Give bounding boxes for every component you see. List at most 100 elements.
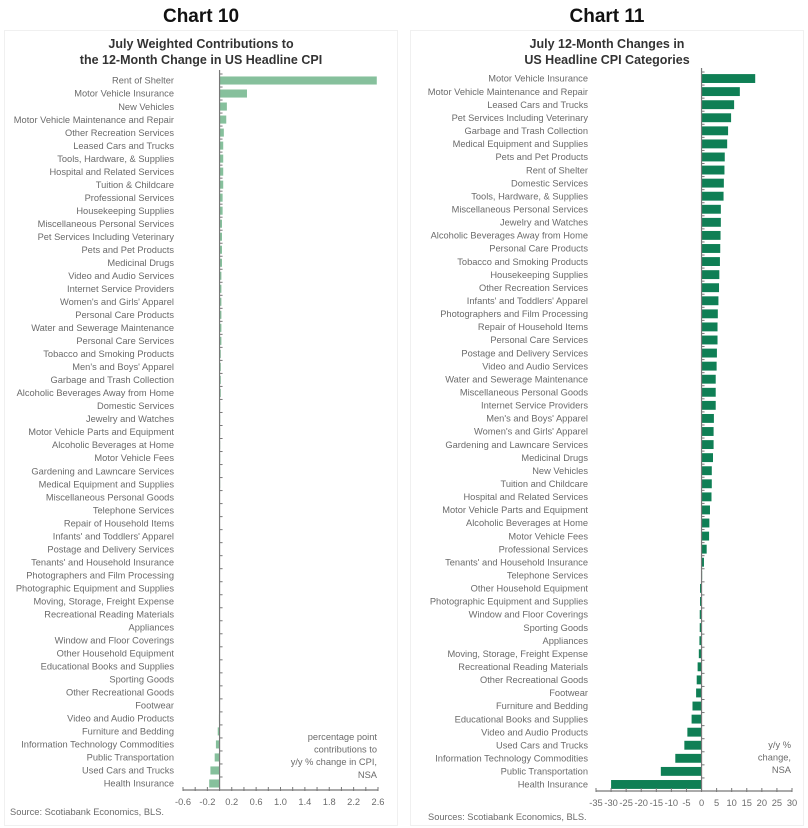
category-label: Jewelry and Watches: [500, 218, 588, 228]
bar: [219, 89, 247, 98]
category-label: Motor Vehicle Parts and Equipment: [28, 427, 174, 437]
bar: [214, 753, 220, 762]
source-note: Source: Scotiabank Economics, BLS.: [10, 807, 164, 817]
bar: [701, 165, 725, 175]
x-tick-label: 25: [772, 798, 782, 808]
bar: [219, 76, 377, 85]
units-note: NSA: [358, 770, 378, 780]
units-note: contributions to: [314, 745, 377, 755]
category-label: Photographers and Film Processing: [440, 309, 588, 319]
category-label: Information Technology Commodities: [435, 754, 588, 764]
category-label: Rent of Shelter: [112, 76, 174, 86]
bar: [701, 322, 718, 332]
category-label: Video and Audio Services: [68, 271, 174, 281]
x-tick-label: 30: [787, 798, 797, 808]
x-tick-label: 2.2: [347, 797, 360, 807]
bar: [684, 740, 702, 750]
category-label: Alcoholic Beverages at Home: [52, 440, 174, 450]
category-label: Window and Floor Coverings: [55, 635, 175, 645]
category-label: Appliances: [129, 622, 175, 632]
bar: [219, 102, 227, 111]
category-label: Window and Floor Coverings: [469, 610, 589, 620]
bar: [701, 87, 740, 97]
category-label: Furniture and Bedding: [496, 701, 588, 711]
bar: [701, 152, 725, 162]
x-tick-label: -35: [589, 798, 602, 808]
category-label: Video and Audio Products: [481, 727, 588, 737]
category-label: Tools, Hardware, & Supplies: [57, 154, 174, 164]
category-label: Infants' and Toddlers' Apparel: [467, 296, 588, 306]
bar: [701, 505, 710, 515]
category-label: Medicinal Drugs: [107, 258, 174, 268]
bar: [701, 309, 718, 319]
x-tick-label: -5: [682, 798, 690, 808]
x-tick-label: -0.2: [199, 797, 215, 807]
category-label: Miscellaneous Personal Services: [38, 219, 175, 229]
category-label: Tuition & Childcare: [96, 180, 174, 190]
chart-11-panel: Chart 11 July 12-Month Changes in US Hea…: [406, 0, 808, 828]
bar: [701, 400, 716, 410]
category-label: Furniture and Bedding: [82, 727, 174, 737]
bar: [701, 270, 720, 280]
category-label: Miscellaneous Personal Goods: [460, 387, 589, 397]
bar: [701, 257, 720, 266]
category-label: Women's and Girls' Apparel: [60, 297, 174, 307]
chart-10-panel: Chart 10 July Weighted Contributions to …: [0, 0, 402, 828]
x-tick-label: -20: [635, 798, 648, 808]
bar-chart: Motor Vehicle Insurance Motor Vehicle Mai…: [428, 68, 797, 822]
units-note: change,: [758, 753, 791, 763]
bar: [701, 374, 716, 384]
bar: [691, 714, 702, 724]
category-label: Motor Vehicle Insurance: [74, 89, 174, 99]
category-label: New Vehicles: [532, 466, 588, 476]
category-label: Other Household Equipment: [57, 649, 175, 659]
category-label: New Vehicles: [118, 102, 174, 112]
bar: [701, 126, 729, 136]
category-label: Repair of Household Items: [478, 322, 588, 332]
category-label: Rent of Shelter: [526, 165, 588, 175]
category-label: Other Recreational Goods: [480, 675, 588, 685]
category-label: Infants' and Toddlers' Apparel: [53, 531, 174, 541]
category-label: Tenants' and Household Insurance: [31, 557, 174, 567]
bar: [687, 727, 702, 737]
category-label: Footwear: [135, 701, 174, 711]
category-label: Jewelry and Watches: [86, 414, 174, 424]
category-label: Sporting Goods: [109, 675, 174, 685]
category-label: Water and Sewerage Maintenance: [31, 323, 174, 333]
bar: [701, 244, 721, 253]
category-label: Hospital and Related Services: [49, 167, 174, 177]
category-label: Professional Services: [499, 544, 589, 554]
bar: [701, 178, 724, 188]
bar: [701, 204, 721, 214]
units-note: y/y % change in CPI,: [291, 757, 377, 767]
category-label: Personal Care Services: [490, 335, 588, 345]
category-label: Alcoholic Beverages at Home: [466, 518, 588, 528]
category-label: Motor Vehicle Fees: [94, 453, 174, 463]
category-label: Recreational Reading Materials: [44, 609, 174, 619]
category-label: Telephone Services: [93, 505, 174, 515]
category-label: Garbage and Trash Collection: [464, 126, 588, 136]
category-label: Housekeeping Supplies: [490, 270, 588, 280]
category-label: Motor Vehicle Fees: [508, 531, 588, 541]
bar: [701, 74, 756, 83]
category-label: Internet Service Providers: [481, 401, 588, 411]
x-tick-label: 0.6: [250, 797, 263, 807]
bar: [611, 780, 702, 789]
category-label: Other Household Equipment: [471, 584, 589, 594]
category-label: Internet Service Providers: [67, 284, 174, 294]
bar: [701, 335, 718, 345]
x-tick-label: 15: [742, 798, 752, 808]
x-tick-label: 0.2: [225, 797, 238, 807]
category-label: Health Insurance: [104, 779, 174, 789]
category-label: Tuition and Childcare: [500, 479, 588, 489]
category-label: Tobacco and Smoking Products: [43, 349, 174, 359]
bar: [701, 427, 714, 436]
bar-chart: Rent of Shelter Motor Vehicle Insurance Ne…: [10, 70, 384, 817]
bar: [696, 675, 702, 685]
category-label: Tobacco and Smoking Products: [457, 257, 588, 267]
category-label: Pets and Pet Products: [81, 245, 174, 255]
category-label: Sporting Goods: [523, 623, 588, 633]
category-label: Moving, Storage, Freight Expense: [447, 649, 588, 659]
bar: [701, 296, 719, 306]
units-note: NSA: [772, 765, 792, 775]
